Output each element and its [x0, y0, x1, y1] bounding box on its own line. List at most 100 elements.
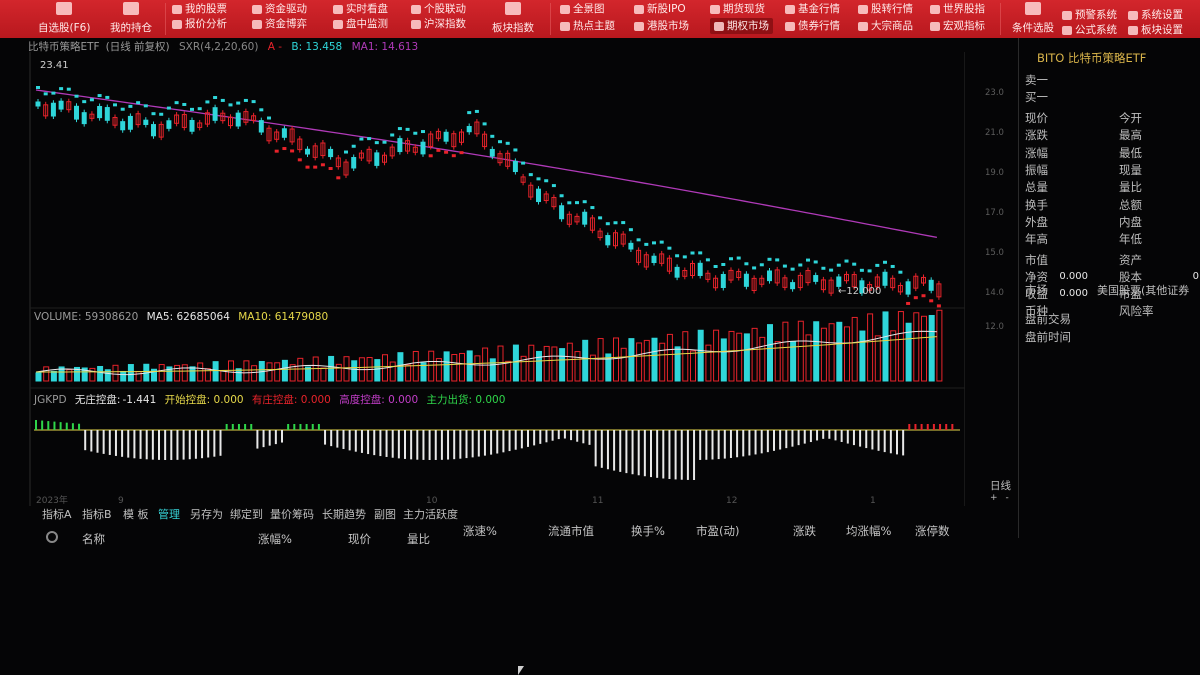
gear-icon[interactable]: [46, 531, 58, 543]
indicator-tab-1[interactable]: 指标B: [82, 506, 112, 522]
sxr-dot: [290, 149, 295, 153]
indicator-a: A -: [267, 41, 283, 53]
indicator-tab-8[interactable]: 副图: [374, 506, 396, 522]
volume-bar: [574, 351, 581, 382]
column-header-2[interactable]: 量比: [407, 531, 430, 547]
toolbar-sector-index[interactable]: 板块指数: [492, 2, 534, 36]
toolbar-market-bottom-2[interactable]: 期权市场: [710, 18, 773, 34]
candle-body: [443, 131, 449, 142]
toolbar-market-bottom-0[interactable]: 热点主题: [560, 18, 615, 34]
sxr-dot: [474, 109, 479, 113]
period-zoom-control[interactable]: 日线 +-: [990, 478, 1017, 503]
chart-area[interactable]: 23.41 ←12.000 2023年 9 10 11 12 1 比特币策略ETF (日线 前复…: [0, 38, 965, 508]
candle-body: [328, 148, 334, 158]
candle-body: [512, 160, 518, 173]
sxr-dot: [297, 158, 302, 162]
indicator-tab-5[interactable]: 绑定到: [230, 506, 263, 522]
column-header-7[interactable]: 涨跌: [793, 523, 816, 539]
volume-bar: [597, 338, 604, 382]
volume-bar: [389, 361, 396, 382]
sxr-dot: [313, 165, 318, 169]
toolbar-item-bottom-0[interactable]: 报价分析: [172, 16, 227, 32]
column-header-3[interactable]: 涨速%: [463, 523, 497, 539]
toolbar-market-bottom-1[interactable]: 港股市场: [634, 18, 689, 34]
column-header-9[interactable]: 涨停数: [915, 523, 950, 539]
toolbar-market-bottom-4[interactable]: 大宗商品: [858, 18, 913, 34]
market-bottom-5-icon: [930, 21, 940, 31]
toolbar-market-bottom-5[interactable]: 宏观指标: [930, 18, 985, 34]
ma-line: [35, 89, 938, 239]
volume-bar: [43, 366, 50, 382]
column-header-0[interactable]: 涨幅%: [258, 531, 292, 547]
toolbar-item-bottom-1[interactable]: 资金博弈: [252, 16, 307, 32]
toolbar-item-top-2[interactable]: 实时看盘: [333, 1, 388, 17]
volume-bar: [120, 370, 127, 382]
sxr-dot: [66, 87, 71, 91]
toolbar-system-bottom-0[interactable]: 公式系统: [1062, 22, 1117, 38]
candle-body: [697, 262, 703, 276]
sxr-dot: [652, 241, 656, 245]
indicator-tab-4[interactable]: 另存为: [190, 506, 223, 522]
toolbar-market-top-4[interactable]: 股转行情: [858, 1, 913, 17]
toolbar-market-top-5[interactable]: 世界股指: [930, 1, 985, 17]
indicator-tab-7[interactable]: 长期趋势: [322, 506, 366, 522]
sxr-dot: [359, 137, 364, 141]
candle-body: [58, 100, 64, 110]
toolbar-divider: [550, 3, 551, 35]
kline-chart[interactable]: 23.41 ←12.000 2023年 9 10 11 12 1: [0, 38, 965, 508]
indicator-tab-2[interactable]: 模 板: [123, 506, 149, 522]
candle-body: [189, 119, 195, 132]
indicator-tab-9[interactable]: 主力活跃度: [403, 506, 458, 522]
toolbar-stock-screener[interactable]: 条件选股: [1012, 2, 1054, 36]
column-header-5[interactable]: 换手%: [631, 523, 665, 539]
price-tick-label: 17.0: [985, 208, 1004, 218]
indicator-tab-3[interactable]: 管理: [158, 506, 180, 522]
sxr-dot: [675, 254, 680, 258]
candle-body: [836, 276, 842, 287]
security-title: BITO 比特币策略ETF: [1037, 51, 1147, 65]
toolbar-item-bottom-3[interactable]: 沪深指数: [411, 16, 466, 32]
volume-bar: [443, 351, 450, 382]
volume-bar: [489, 358, 496, 382]
volume-bar: [181, 364, 188, 382]
column-header-6[interactable]: 市盈(动): [696, 523, 739, 539]
top-toolbar: 自选股(F6) 我的持仓 板块指数 条件选股 我的股票 资金驱动 实时看盘 个股联动报…: [0, 0, 1200, 38]
sxr-dot: [798, 263, 803, 267]
volume-bar: [874, 335, 881, 382]
sxr-dot: [159, 112, 164, 116]
toolbar-system-bottom-1[interactable]: 板块设置: [1128, 22, 1183, 38]
market-bottom-1-icon: [634, 21, 644, 31]
sxr-dot: [829, 268, 834, 272]
column-name[interactable]: 名称: [82, 531, 105, 547]
jgkpd-a-value: -1.441: [122, 394, 157, 406]
toolbar-market-top-2[interactable]: 期货现货: [710, 1, 765, 17]
toolbar-item-bottom-2[interactable]: 盘中监测: [333, 16, 388, 32]
toolbar-market-top-3[interactable]: 基金行情: [785, 1, 840, 17]
candle-body: [120, 121, 126, 131]
column-header-4[interactable]: 流通市值: [548, 523, 594, 539]
toolbar-item-top-0[interactable]: 我的股票: [172, 1, 227, 17]
toolbar-item-top-1[interactable]: 资金驱动: [252, 1, 307, 17]
indicator-tab-6[interactable]: 量价筹码: [270, 506, 314, 522]
sxr-dot: [74, 94, 79, 98]
toolbar-market-top-1[interactable]: 新股IPO: [634, 1, 686, 17]
sxr-dot: [690, 251, 695, 255]
toolbar-market-bottom-3[interactable]: 债券行情: [785, 18, 840, 34]
candle-body: [127, 115, 133, 130]
date-axis-label: 2023年: [36, 494, 68, 506]
indicator-tab-0[interactable]: 指标A: [42, 506, 72, 522]
toolbar-holdings[interactable]: 我的持仓: [110, 2, 152, 36]
zoom-buttons[interactable]: +-: [990, 493, 1017, 503]
sxr-dot: [744, 262, 749, 266]
toolbar-watchlist[interactable]: 自选股(F6): [38, 2, 90, 36]
toolbar-market-top-0[interactable]: 全景图: [560, 1, 605, 17]
toolbar-item-top-3[interactable]: 个股联动: [411, 1, 466, 17]
toolbar-system-top-1[interactable]: 系统设置: [1128, 7, 1183, 23]
column-header-1[interactable]: 现价: [348, 531, 371, 547]
sxr-dot: [82, 100, 87, 104]
sxr-dot: [436, 148, 441, 152]
column-header-8[interactable]: 均涨幅%: [846, 523, 891, 539]
toolbar-system-top-0[interactable]: 预警系统: [1062, 7, 1117, 23]
volume-bar: [682, 331, 689, 382]
candle-body: [351, 157, 357, 169]
